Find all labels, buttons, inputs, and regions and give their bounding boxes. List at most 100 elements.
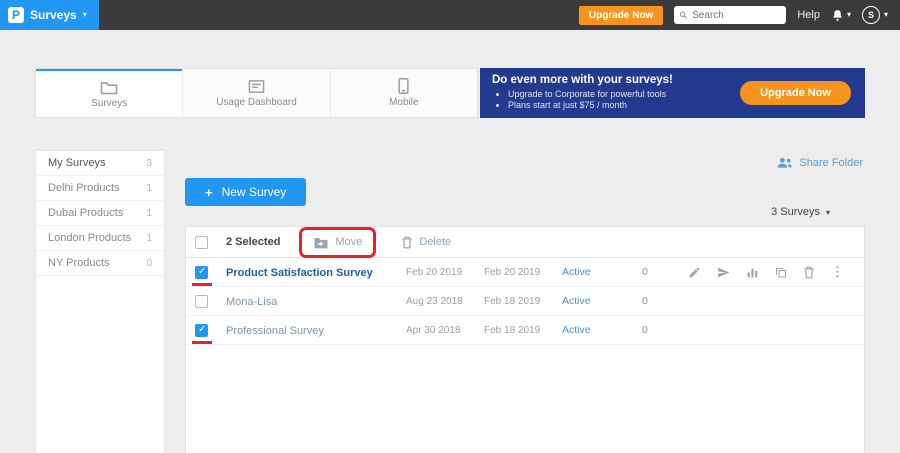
row-actions: ⋮ [684, 264, 864, 280]
view-tabs: Surveys Usage Dashboard Mobile [35, 68, 478, 118]
modified-date: Feb 18 2019 [484, 325, 562, 336]
folder-label: London Products [48, 232, 131, 244]
share-folder-label: Share Folder [799, 157, 863, 169]
created-date: Feb 20 2019 [406, 267, 484, 278]
selection-toolbar: 2 Selected Move Delete [186, 227, 864, 258]
share-folder-link[interactable]: Share Folder [777, 157, 863, 169]
survey-title-link[interactable]: Professional Survey [226, 325, 324, 337]
annotation-underline [192, 341, 212, 344]
folder-label: Delhi Products [48, 182, 120, 194]
select-all-checkbox[interactable] [195, 236, 208, 249]
survey-title-link[interactable]: Mona-Lisa [226, 296, 277, 308]
checkbox-cell [195, 266, 226, 279]
search-input[interactable] [692, 10, 781, 21]
move-button[interactable]: Move [306, 232, 369, 253]
stats-icon[interactable] [746, 266, 759, 279]
folder-count: 1 [146, 183, 152, 194]
help-link[interactable]: Help [797, 9, 820, 21]
sidebar-item-london-products[interactable]: London Products 1 [36, 226, 164, 251]
screen: P Surveys ▾ Upgrade Now Help ▾ S ▾ Surve [0, 0, 900, 453]
surveys-count-dropdown[interactable]: 3 Surveys ▾ [771, 206, 830, 218]
table-row: Mona-Lisa Aug 23 2018 Feb 18 2019 Active… [186, 287, 864, 316]
folder-count: 1 [146, 208, 152, 219]
surveys-table: 2 Selected Move Delete Product Satisfact… [185, 226, 865, 453]
status-text: Active [562, 324, 642, 336]
tab-mobile[interactable]: Mobile [330, 69, 477, 117]
selected-count-label: 2 Selected [226, 236, 280, 248]
responses-count: 0 [642, 324, 684, 336]
folder-label: NY Products [48, 257, 110, 269]
chevron-down-icon: ▾ [847, 11, 851, 19]
title-cell: Product Satisfaction Survey [226, 263, 406, 281]
tab-surveys[interactable]: Surveys [36, 69, 182, 117]
copy-icon[interactable] [775, 266, 787, 279]
edit-icon[interactable] [688, 266, 701, 279]
folder-count: 0 [146, 258, 152, 269]
status-text: Active [562, 266, 642, 278]
tab-label: Surveys [91, 98, 127, 109]
new-survey-label: New Survey [222, 185, 287, 199]
product-menu-label: Surveys [30, 8, 77, 22]
banner-upgrade-button[interactable]: Upgrade Now [740, 81, 851, 105]
title-cell: Professional Survey [226, 321, 406, 339]
title-cell: Mona-Lisa [226, 292, 406, 310]
folder-icon [100, 80, 118, 95]
proprofs-logo-icon: P [8, 7, 24, 23]
more-options-icon[interactable]: ⋮ [831, 264, 844, 280]
search-icon [679, 10, 688, 20]
search-box [674, 6, 786, 24]
topbar: P Surveys ▾ Upgrade Now Help ▾ S ▾ [0, 0, 900, 30]
trash-icon[interactable] [803, 266, 815, 279]
folder-count: 3 [146, 158, 152, 169]
checkbox-cell [195, 295, 226, 308]
folders-sidebar: My Surveys 3 Delhi Products 1 Dubai Prod… [35, 150, 165, 453]
mobile-icon [398, 78, 409, 94]
row-checkbox[interactable] [195, 295, 208, 308]
move-button-wrap: Move [306, 232, 369, 253]
row-checkbox[interactable] [195, 266, 208, 279]
upgrade-now-button[interactable]: Upgrade Now [579, 6, 663, 25]
surveys-count-label: 3 Surveys [771, 206, 820, 218]
chevron-down-icon: ▾ [884, 11, 888, 19]
survey-title-link[interactable]: Product Satisfaction Survey [226, 267, 373, 279]
promo-banner: Do even more with your surveys! Upgrade … [480, 68, 865, 118]
created-date: Aug 23 2018 [406, 296, 484, 307]
sidebar-item-ny-products[interactable]: NY Products 0 [36, 251, 164, 276]
sidebar-item-delhi-products[interactable]: Delhi Products 1 [36, 176, 164, 201]
folder-label: My Surveys [48, 157, 105, 169]
delete-label: Delete [419, 236, 451, 248]
dashboard-icon [248, 79, 265, 94]
notifications-button[interactable]: ▾ [831, 9, 851, 22]
tab-label: Usage Dashboard [216, 97, 297, 108]
table-row: Product Satisfaction Survey Feb 20 2019 … [186, 258, 864, 287]
delete-button[interactable]: Delete [401, 236, 451, 249]
row-checkbox[interactable] [195, 324, 208, 337]
status-text: Active [562, 295, 642, 307]
move-folder-icon [313, 236, 329, 249]
sidebar-item-dubai-products[interactable]: Dubai Products 1 [36, 201, 164, 226]
topbar-right: Upgrade Now Help ▾ S ▾ [579, 6, 900, 25]
new-survey-button[interactable]: + New Survey [185, 178, 306, 206]
chevron-down-icon: ▾ [83, 11, 87, 19]
modified-date: Feb 20 2019 [484, 267, 562, 278]
folder-label: Dubai Products [48, 207, 123, 219]
trash-icon [401, 236, 413, 249]
chevron-down-icon: ▾ [826, 208, 830, 217]
modified-date: Feb 18 2019 [484, 296, 562, 307]
send-icon[interactable] [717, 266, 730, 279]
folder-count: 1 [146, 233, 152, 244]
responses-count: 0 [642, 295, 684, 307]
share-people-icon [777, 157, 793, 169]
checkbox-cell [195, 324, 226, 337]
move-label: Move [335, 236, 362, 248]
created-date: Apr 30 2018 [406, 325, 484, 336]
responses-count: 0 [642, 266, 684, 278]
account-menu[interactable]: S ▾ [862, 6, 888, 24]
bell-icon [831, 9, 844, 22]
tab-label: Mobile [389, 97, 418, 108]
plus-icon: + [205, 186, 213, 199]
tab-usage-dashboard[interactable]: Usage Dashboard [182, 69, 329, 117]
sidebar-item-my-surveys[interactable]: My Surveys 3 [36, 151, 164, 176]
avatar: S [862, 6, 880, 24]
product-menu[interactable]: P Surveys ▾ [0, 0, 99, 30]
